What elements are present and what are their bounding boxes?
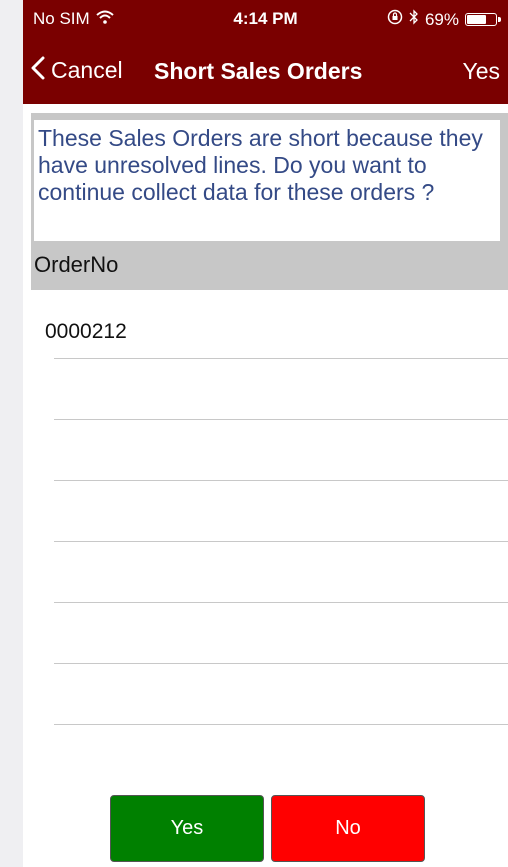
table-row[interactable] — [23, 481, 508, 542]
cancel-label: Cancel — [51, 57, 123, 83]
battery-percent: 69% — [424, 9, 459, 29]
table-row[interactable]: 0000212 — [23, 298, 508, 359]
cancel-button[interactable]: Cancel — [31, 56, 123, 85]
table-row[interactable] — [23, 603, 508, 664]
message-box: These Sales Orders are short because the… — [34, 120, 500, 241]
order-list: 0000212 — [23, 298, 508, 725]
table-row[interactable] — [23, 420, 508, 481]
orientation-lock-icon — [387, 9, 403, 30]
order-number: 0000212 — [45, 320, 127, 343]
chevron-left-icon — [31, 56, 45, 85]
app-screen: No SIM 4:14 PM 69% Cancel Short Sales Or… — [23, 0, 508, 867]
battery-tip — [498, 17, 501, 22]
battery-fill — [467, 15, 486, 24]
table-row[interactable] — [23, 359, 508, 420]
table-row[interactable] — [23, 542, 508, 603]
status-bar: No SIM 4:14 PM 69% — [23, 0, 508, 38]
yes-button[interactable]: Yes — [110, 795, 264, 862]
battery-icon — [465, 13, 501, 26]
message-text: These Sales Orders are short because the… — [38, 125, 483, 205]
column-header-orderno: OrderNo — [34, 252, 119, 277]
message-panel: These Sales Orders are short because the… — [31, 113, 508, 290]
page-title: Short Sales Orders — [154, 58, 363, 84]
status-right: 69% — [387, 9, 501, 30]
nav-yes-button[interactable]: Yes — [462, 58, 500, 85]
no-button[interactable]: No — [271, 795, 425, 862]
table-row[interactable] — [23, 664, 508, 725]
navigation-bar: Cancel Short Sales Orders Yes — [23, 38, 508, 104]
bluetooth-icon — [409, 9, 419, 30]
